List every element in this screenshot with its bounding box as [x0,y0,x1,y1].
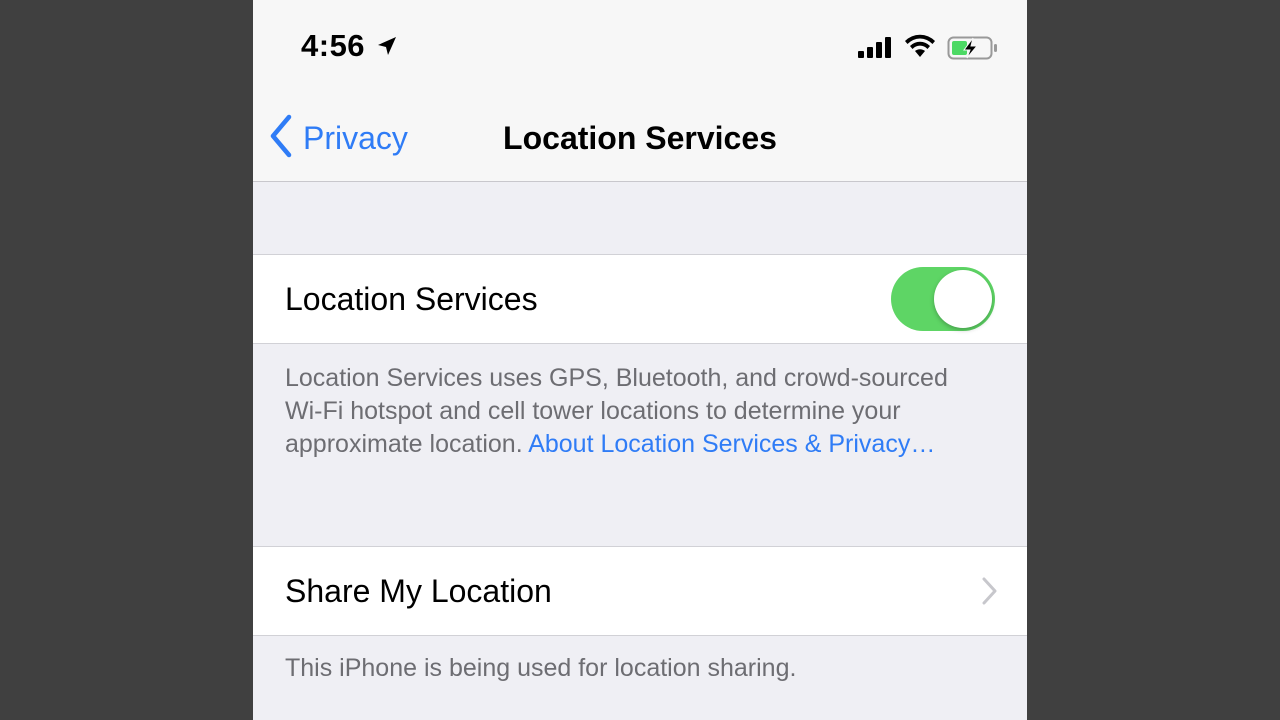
share-location-footer: This iPhone is being used for location s… [285,654,797,682]
chevron-left-icon [269,114,293,163]
location-services-description: Location Services uses GPS, Bluetooth, a… [285,362,965,461]
wifi-icon [904,34,936,63]
status-time: 4:56 [301,28,366,63]
share-my-location-row[interactable]: Share My Location [253,546,1027,636]
phone-screen: 4:56 Location Services Privacy Location … [253,0,1027,720]
location-services-row: Location Services [253,254,1027,344]
status-bar: 4:56 [253,0,1027,95]
chevron-right-icon [981,577,997,610]
battery-charging-icon [947,35,999,66]
location-services-toggle[interactable] [891,267,995,331]
share-my-location-label: Share My Location [285,573,552,609]
about-location-privacy-link[interactable]: About Location Services & Privacy… [528,430,935,458]
toggle-knob [934,270,992,328]
cellular-signal-icon [858,36,894,63]
back-button-label: Privacy [303,119,408,156]
back-button[interactable]: Privacy [269,113,408,163]
navigation-bar: Location Services Privacy [253,95,1027,182]
location-services-label: Location Services [285,281,538,317]
location-arrow-icon [377,36,397,61]
